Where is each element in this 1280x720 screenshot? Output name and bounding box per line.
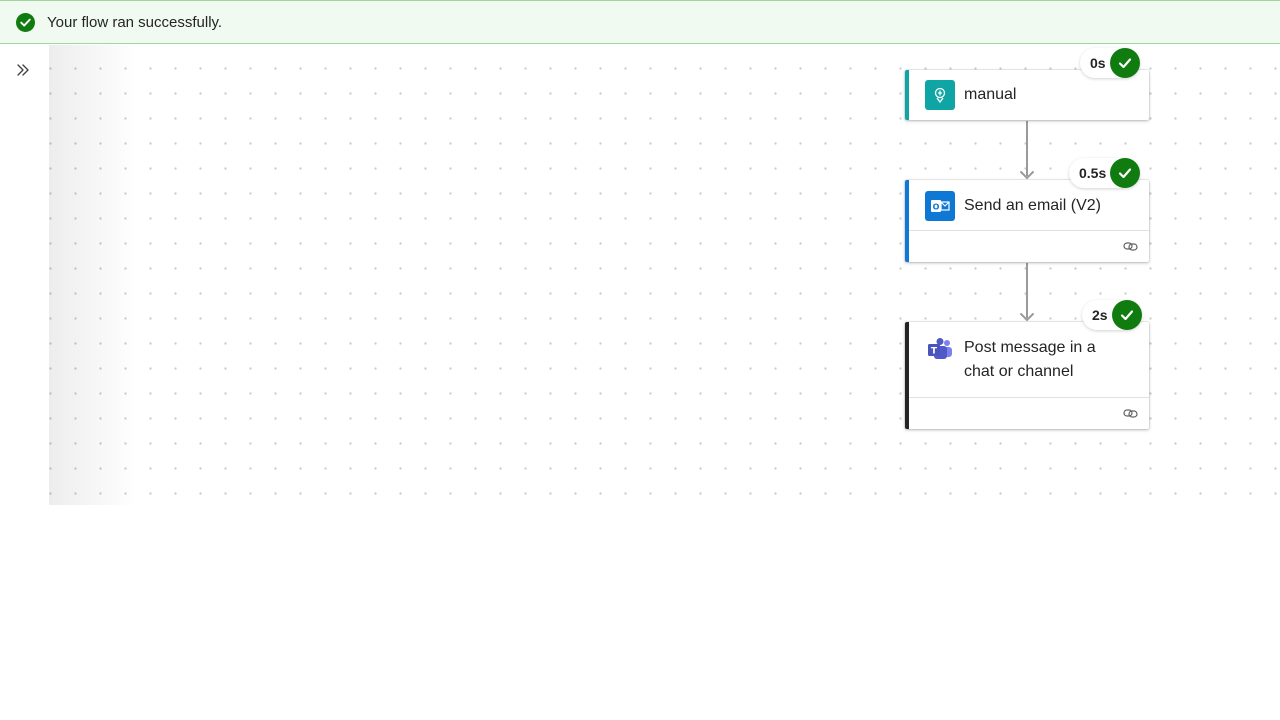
step-accent [905, 180, 909, 262]
run-duration-badge: 0s [1080, 48, 1140, 78]
step-accent [905, 70, 909, 120]
step-title-line-2: chat or channel [964, 363, 1074, 380]
step-title: Send an email (V2) [964, 197, 1101, 214]
duration-label: 2s [1092, 307, 1108, 323]
link-icon [1123, 242, 1138, 251]
expand-panel-button[interactable] [10, 58, 36, 82]
success-check-icon [1111, 300, 1142, 330]
step-card-send-email[interactable]: O Send an email (V2) [905, 180, 1149, 262]
step-title: manual [964, 86, 1017, 103]
banner-message: Your flow ran successfully. [47, 14, 223, 31]
outlook-icon: O [925, 191, 955, 221]
duration-label: 0s [1090, 55, 1106, 71]
step-card-post-message[interactable]: T Post message in a chat or channel [905, 322, 1149, 429]
step-accent [905, 322, 909, 429]
duration-label: 0.5s [1079, 165, 1107, 181]
connector-1 [1026, 121, 1028, 176]
manual-trigger-icon [925, 80, 955, 110]
arrow-down-icon [1020, 171, 1034, 180]
success-check-icon [1109, 48, 1140, 78]
svg-text:T: T [931, 347, 938, 357]
chevron-double-right-icon [17, 64, 29, 76]
link-icon [1123, 409, 1138, 418]
connector-2 [1026, 263, 1028, 318]
card-divider [909, 397, 1149, 398]
svg-text:O: O [933, 203, 940, 212]
card-divider [909, 230, 1149, 231]
success-banner: Your flow ran successfully. [0, 0, 1280, 44]
teams-icon: T [925, 334, 955, 364]
success-check-icon [16, 13, 35, 32]
run-duration-badge: 0.5s [1069, 158, 1141, 188]
arrow-down-icon [1020, 313, 1034, 322]
step-title-line-1: Post message in a [964, 339, 1096, 356]
run-duration-badge: 2s [1082, 300, 1142, 330]
